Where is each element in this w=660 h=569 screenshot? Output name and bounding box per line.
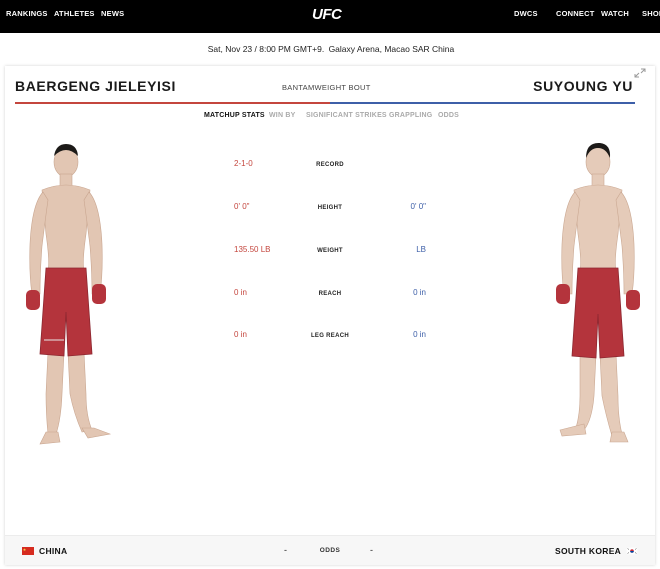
nav-dwcs[interactable]: DWCS (514, 9, 538, 18)
red-leg-reach: 0 in (234, 330, 247, 339)
blue-reach: 0 in (413, 288, 426, 297)
ufc-logo[interactable]: UFC (312, 6, 342, 23)
blue-height: 0' 0" (410, 202, 427, 211)
nav-athletes[interactable]: ATHLETES (54, 9, 95, 18)
nav-shop[interactable]: SHOP (642, 9, 660, 18)
stat-label-height: HEIGHT (317, 205, 343, 211)
event-datetime: Sat, Nov 23 / 8:00 PM GMT+9. (207, 44, 325, 54)
red-fighter-photo[interactable] (16, 134, 116, 452)
blue-leg-reach: 0 in (413, 330, 426, 339)
stat-label-weight: WEIGHT (317, 248, 343, 254)
blue-odds: - (370, 545, 373, 555)
blue-fighter-photo[interactable] (548, 134, 648, 452)
red-corner-line (15, 102, 330, 104)
red-country: CHINA (39, 546, 68, 556)
blue-corner-line (330, 102, 635, 104)
red-odds: - (284, 545, 287, 555)
tab-matchup-stats[interactable]: MATCHUP STATS (204, 112, 265, 119)
china-flag-icon (22, 547, 34, 555)
red-height: 0' 0" (234, 202, 250, 211)
event-venue: Galaxy Arena, Macao SAR China (328, 44, 455, 54)
nav-news[interactable]: NEWS (101, 9, 124, 18)
red-fighter-name[interactable]: BAERGENG JIELEYISI (15, 78, 176, 94)
top-nav: RANKINGS ATHLETES NEWS UFC DWCS CONNECT … (0, 0, 660, 33)
stat-label-reach: REACH (318, 291, 342, 297)
blue-fighter-name[interactable]: SUYOUNG YU (533, 78, 633, 94)
expand-icon[interactable] (634, 68, 646, 78)
tab-grappling[interactable]: GRAPPLING (389, 112, 432, 119)
nav-rankings[interactable]: RANKINGS (6, 9, 48, 18)
red-weight: 135.50 LB (234, 245, 271, 254)
red-record: 2-1-0 (234, 159, 253, 168)
tab-significant-strikes[interactable]: SIGNIFICANT STRIKES (306, 112, 387, 119)
blue-country: SOUTH KOREA (555, 546, 622, 556)
tab-win-by[interactable]: WIN BY (269, 112, 295, 119)
event-info: Sat, Nov 23 / 8:00 PM GMT+9. Galaxy Aren… (0, 44, 660, 54)
red-reach: 0 in (234, 288, 247, 297)
stat-label-record: RECORD (316, 162, 344, 168)
weight-class: BANTAMWEIGHT BOUT (282, 83, 371, 92)
blue-weight: LB (416, 245, 426, 254)
stat-label-leg-reach: LEG REACH (310, 333, 350, 339)
nav-connect[interactable]: CONNECT (556, 9, 594, 18)
south-korea-flag-icon (626, 547, 638, 555)
footer-odds-label: ODDS (319, 547, 341, 554)
tab-odds[interactable]: ODDS (438, 112, 459, 119)
nav-watch[interactable]: WATCH (601, 9, 629, 18)
